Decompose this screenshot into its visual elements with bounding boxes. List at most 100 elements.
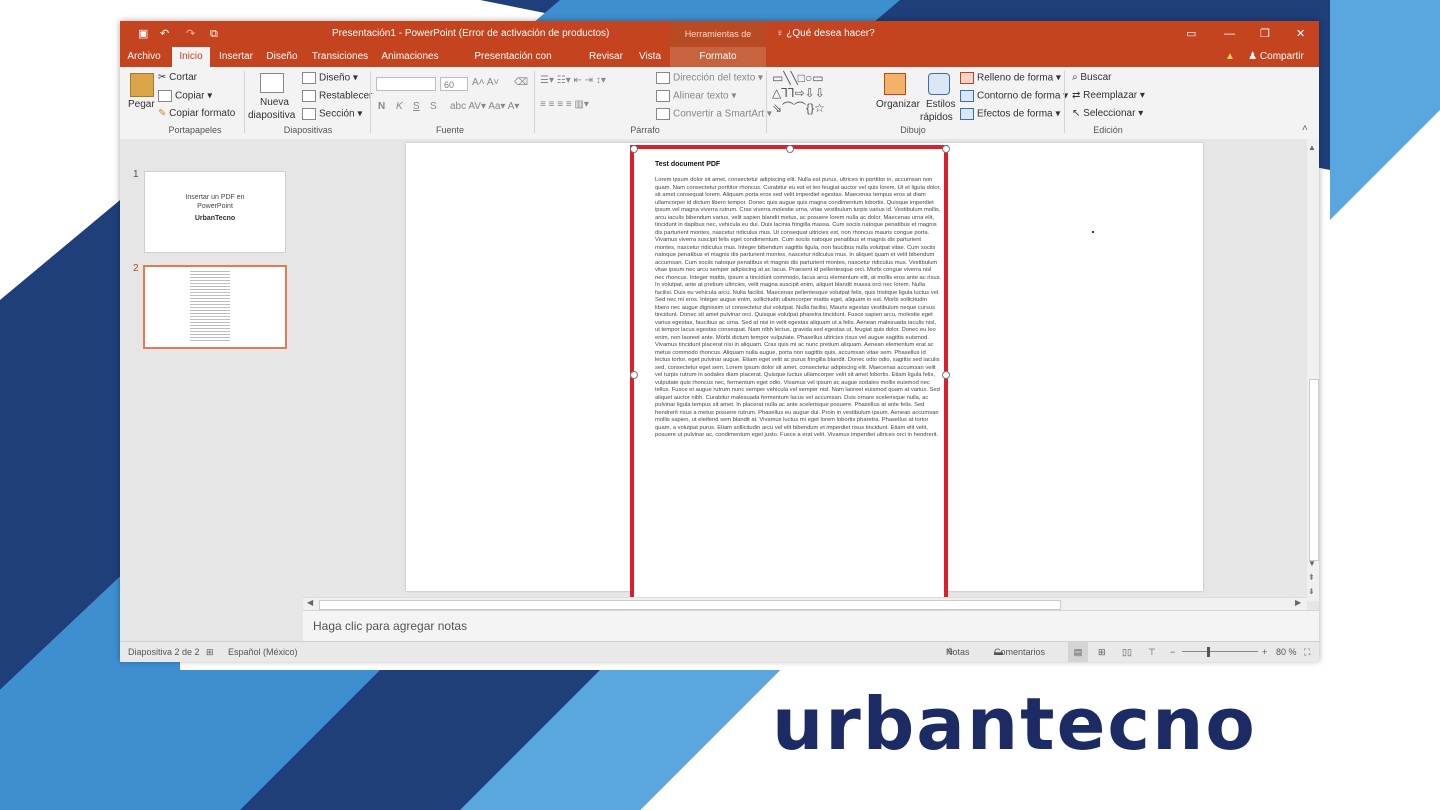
tab-animaciones[interactable]: Animaciones [378,47,442,67]
replace-button[interactable]: ⇄ Reemplazar ▾ [1072,90,1145,101]
vertical-scrollbar[interactable]: ▲ ▼ ⇞ ⇟ [1307,139,1319,601]
zoom-level[interactable]: 80 % [1276,642,1297,662]
normal-view-icon[interactable]: ▤ [1068,642,1088,662]
tab-archivo[interactable]: Archivo [124,47,164,67]
zoom-slider[interactable] [1182,651,1258,652]
italic-button[interactable]: K [396,101,403,112]
font-name-combo[interactable] [376,77,436,91]
paste-icon[interactable] [130,73,154,97]
horizontal-scrollbar[interactable]: ◀ ▶ [303,597,1307,611]
new-slide-button-label[interactable]: diapositiva [248,110,295,121]
bullets-icon[interactable]: ☰▾ ☷▾ ⇤ ⇥ ↕▾ [540,75,606,86]
scroll-up-icon[interactable]: ▲ [1308,143,1316,152]
notes-pane[interactable]: Haga clic para agregar notas [303,610,1319,642]
cursor-icon: ↖ [1072,108,1084,119]
reset-icon [302,90,316,102]
format-painter-button[interactable]: ✎ Copiar formato [158,108,235,119]
scroll-left-icon[interactable]: ◀ [307,598,313,607]
language-indicator[interactable]: Español (México) [228,642,298,662]
group-label-slides: Diapositivas [283,125,333,135]
zoom-in-icon[interactable]: + [1262,642,1267,662]
bold-button[interactable]: N [378,101,385,112]
clear-format-icon[interactable]: ⌫ [514,77,528,88]
layout-button[interactable]: Diseño ▾ [302,72,358,84]
next-slide-icon[interactable]: ⇟ [1308,587,1315,596]
underline-button[interactable]: S [413,101,420,112]
select-button[interactable]: ↖ Seleccionar ▾ [1072,108,1143,119]
shape-fill-button[interactable]: Relleno de forma ▾ [960,72,1061,84]
start-presentation-icon[interactable]: ⧉ [210,21,218,47]
zoom-slider-handle[interactable] [1207,647,1210,657]
undo-icon[interactable]: ↶ [160,21,169,47]
quick-styles-button[interactable]: Estilos [926,99,955,110]
slide-sorter-icon[interactable]: ⊞ [1098,642,1106,662]
replace-label: Reemplazar [1083,90,1138,101]
fit-slide-icon[interactable]: ⛶ [1304,642,1310,662]
font-size-combo[interactable]: 60 [440,77,468,91]
slide-counter: Diapositiva 2 de 2 [128,647,200,657]
shadow-button[interactable]: S [430,101,437,112]
layout-label: Diseño [319,72,351,84]
tell-me-search[interactable]: ♀ ¿Qué desea hacer? [776,21,875,47]
resize-handle[interactable] [942,145,950,153]
paste-button[interactable]: Pegar [128,99,155,110]
new-slide-icon[interactable] [260,73,284,93]
shape-outline-button[interactable]: Contorno de forma ▾ [960,90,1068,102]
slideshow-icon[interactable]: ⊤ [1148,642,1156,662]
tab-inicio[interactable]: Inicio [172,47,210,67]
scroll-right-icon[interactable]: ▶ [1295,598,1301,607]
hscroll-thumb[interactable] [319,600,1061,610]
inserted-pdf-image[interactable]: Test document PDF Lorem ipsum dolor sit … [630,145,950,603]
collapse-ribbon-icon[interactable]: ˄ [1302,123,1308,134]
share-button[interactable]: ♟ Compartir [1242,47,1310,67]
group-label-editing: Edición [1093,125,1123,135]
shapes-gallery[interactable]: ▭╲╲□○▭ △⅂⅂⇨⇩⇩ ⇘⌒⌒{}☆ [772,71,864,121]
scroll-down-icon[interactable]: ▼ [1308,559,1316,568]
reading-view-icon[interactable]: ▯▯ [1122,642,1132,662]
cut-button[interactable]: ✂ Cortar [158,72,197,83]
resize-handle[interactable] [786,145,794,153]
arrange-icon[interactable] [884,73,906,95]
zoom-out-icon[interactable]: − [1170,642,1175,662]
copy-button[interactable]: Copiar ▾ [158,90,212,102]
resize-handle[interactable] [942,371,950,379]
section-button[interactable]: Sección ▾ [302,108,362,120]
scrollbar-thumb[interactable] [1309,379,1319,561]
tab-formato[interactable]: Formato [670,47,766,67]
slide-thumbnail-1[interactable]: Insertar un PDF en PowerPoint UrbanTecno [144,171,286,253]
tab-transiciones[interactable]: Transiciones [308,47,372,67]
resize-handle[interactable] [630,371,638,379]
previous-slide-icon[interactable]: ⇞ [1308,573,1315,582]
minimize-icon[interactable]: — [1224,21,1235,47]
comments-label: Comentarios [994,647,1046,657]
smartart-button[interactable]: Convertir a SmartArt ▾ [656,108,772,120]
close-icon[interactable]: ✕ [1296,21,1305,47]
grow-font-icon[interactable]: A˄ A˅ [472,77,499,88]
redo-icon[interactable]: ↷ [186,21,195,47]
tab-insertar[interactable]: Insertar [214,47,258,67]
arrange-button[interactable]: Organizar [876,99,920,110]
maximize-icon[interactable]: ❐ [1260,21,1270,47]
new-slide-button[interactable]: Nueva [260,97,289,108]
save-icon[interactable]: ▣ [138,21,148,47]
reset-button[interactable]: Restablecer [302,90,372,102]
text-direction-button[interactable]: Dirección del texto ▾ [656,72,763,84]
title-bar: ▣ ↶ ↷ ⧉ Presentación1 - PowerPoint (Erro… [120,21,1319,65]
tab-revisar[interactable]: Revisar [586,47,626,67]
slide-thumbnail-2[interactable] [143,265,287,349]
tab-presentacion[interactable]: Presentación con diapositivas [448,47,578,82]
warning-icon[interactable]: ▲ [1220,47,1240,67]
align-text-button[interactable]: Alinear texto ▾ [656,90,736,102]
shape-effects-button[interactable]: Efectos de forma ▾ [960,108,1060,120]
spelling-icon[interactable]: ⊞ [206,642,214,662]
resize-handle[interactable] [630,145,638,153]
find-button[interactable]: ⌕ Buscar [1072,72,1112,83]
share-label: Compartir [1259,51,1304,62]
thumb-line-1: Insertar un PDF en [185,194,245,201]
align-icons[interactable]: ≡ ≡ ≡ ≡ ▥▾ [540,99,589,110]
tab-diseno[interactable]: Diseño [262,47,302,67]
font-color-icon[interactable]: abc AV▾ Aa▾ A▾ [450,101,519,112]
quick-styles-icon[interactable] [928,73,950,95]
ribbon-display-icon[interactable]: ▭ [1186,21,1196,47]
tab-vista[interactable]: Vista [632,47,668,67]
